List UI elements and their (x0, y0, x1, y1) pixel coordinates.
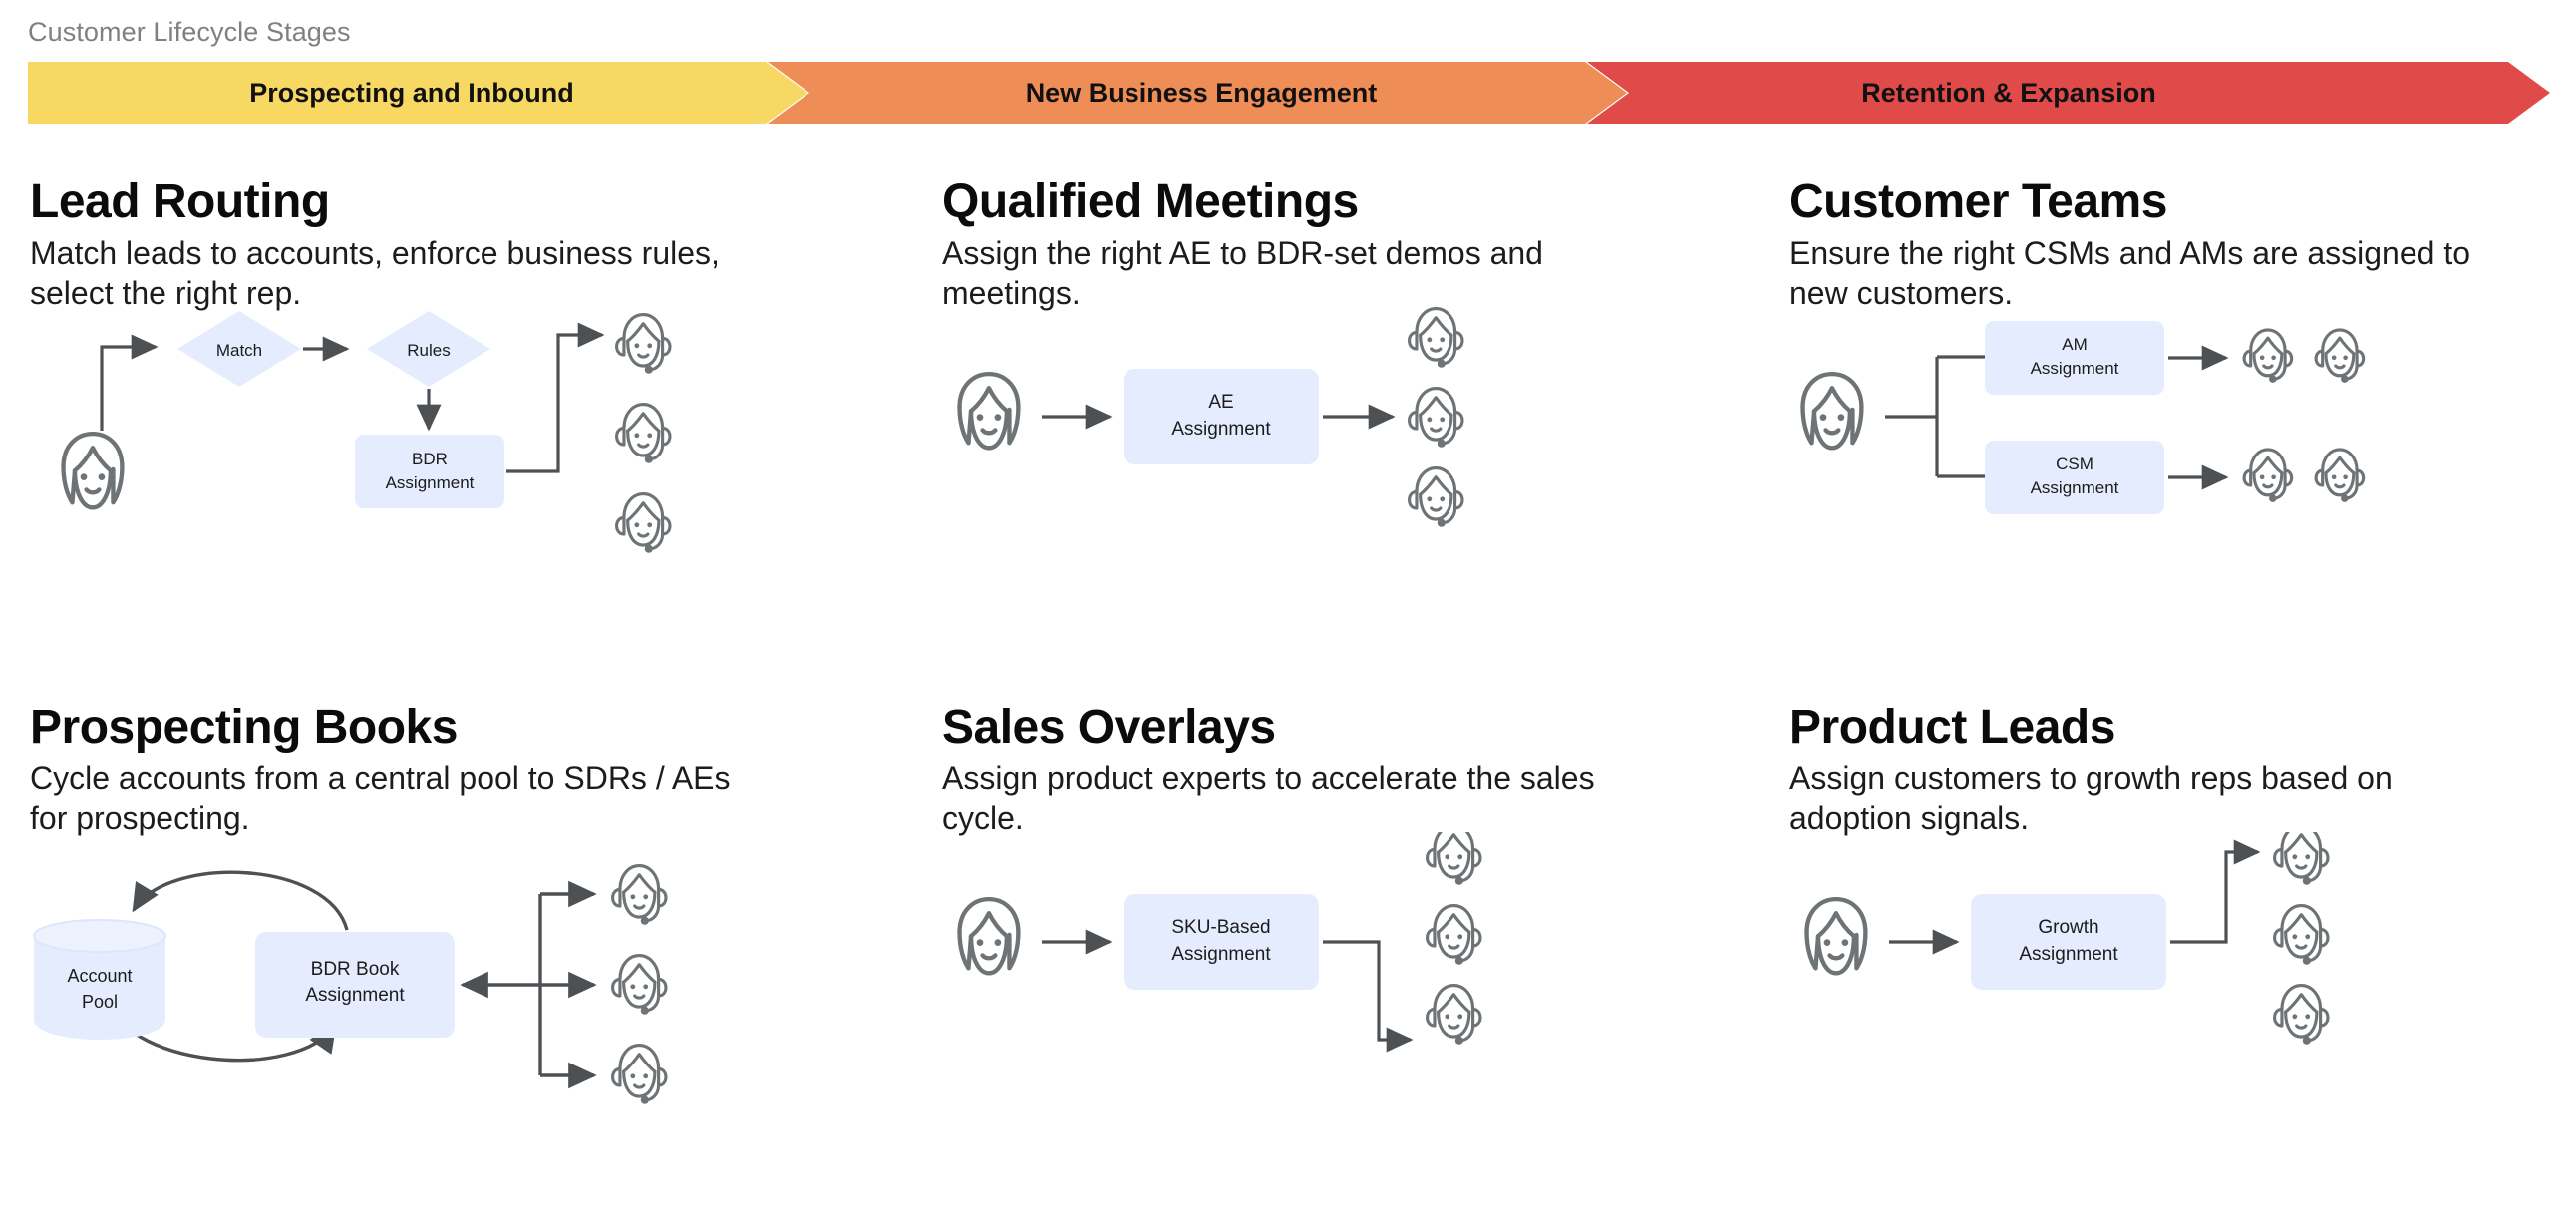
node-ae-line2: Assignment (1171, 419, 1271, 440)
person-face-icon (957, 371, 1021, 451)
node-sku-line2: Assignment (1171, 944, 1271, 965)
card-description: Ensure the right CSMs and AMs are assign… (1789, 234, 2471, 312)
card-title: Product Leads (1789, 701, 2115, 754)
card-title: Sales Overlays (942, 701, 1276, 754)
stage-label-1: New Business Engagement (1025, 78, 1378, 108)
person-face-icon (61, 431, 125, 510)
node-match: Match (177, 311, 301, 387)
connector-person-to-match (100, 334, 159, 431)
card-product-leads: Product Leads Assign customers to growth… (1789, 703, 2576, 1216)
customer-teams-figure: AM Assignment CSM Assignment (1789, 307, 2576, 636)
headset-agent-icon (615, 491, 672, 553)
card-description: Assign customers to growth reps based on… (1789, 760, 2393, 837)
node-bdr-book-line1: BDR Book (311, 959, 400, 980)
node-rules: Rules (367, 311, 490, 387)
headset-agent-icon (2273, 903, 2330, 965)
card-qualified-meetings: Qualified Meetings Assign the right AE t… (942, 177, 1799, 696)
headset-agent-icon (2314, 328, 2366, 383)
node-growth-assignment: Growth Assignment (1971, 894, 2166, 990)
person-face-icon (957, 896, 1021, 976)
node-ae-line1: AE (1208, 392, 1233, 413)
node-bdr-line1: BDR (412, 450, 448, 468)
qualified-meetings-figure: AE Assignment (942, 307, 1799, 636)
node-bdr-assignment: BDR Assignment (355, 435, 504, 508)
database-cylinder-icon: Account Pool (33, 919, 166, 1040)
stage-label-0: Prospecting and Inbound (249, 78, 574, 108)
stage-label-2: Retention & Expansion (1861, 78, 2156, 108)
card-prospecting-books: Prospecting Books Cycle accounts from a … (30, 703, 887, 1216)
connector-sku-to-agent (1323, 940, 1414, 1053)
card-description: Assign the right AE to BDR-set demos and… (942, 234, 1543, 312)
node-account-pool-line2: Pool (82, 992, 118, 1012)
headset-agent-icon (2273, 983, 2330, 1045)
card-customer-teams: Customer Teams Ensure the right CSMs and… (1789, 177, 2576, 696)
headset-agent-icon (611, 1043, 668, 1104)
headset-agent-icon (1408, 465, 1464, 527)
node-growth-line2: Assignment (2019, 944, 2118, 965)
lead-routing-figure: Match Rules BDR Assignment (30, 307, 887, 636)
card-description: Cycle accounts from a central pool to SD… (30, 760, 731, 837)
connector-split-bracket (1885, 355, 1985, 478)
node-csm-line1: CSM (2056, 455, 2093, 473)
card-title: Lead Routing (30, 175, 330, 228)
node-csm-assignment: CSM Assignment (1985, 441, 2164, 514)
card-description: Match leads to accounts, enforce busines… (30, 234, 720, 312)
connector-bdr-fanout (506, 322, 605, 473)
page-title: Customer Lifecycle Stages (28, 17, 351, 47)
headset-agent-icon (615, 402, 672, 463)
node-am-line2: Assignment (2031, 359, 2119, 378)
headset-agent-icon (615, 312, 672, 374)
node-growth-line1: Growth (2038, 917, 2098, 938)
prospecting-books-figure: Account Pool BDR Book Assignment (30, 832, 887, 1161)
card-description: Assign product experts to accelerate the… (942, 760, 1595, 837)
node-am-assignment: AM Assignment (1985, 321, 2164, 395)
headset-agent-icon (1426, 983, 1482, 1045)
node-bdr-book-assignment: BDR Book Assignment (255, 932, 455, 1038)
person-face-icon (1804, 896, 1868, 976)
node-bdr-book-line2: Assignment (305, 985, 405, 1006)
node-rules-label: Rules (407, 341, 450, 360)
headset-agent-icon (1426, 903, 1482, 965)
connector-cycle-top (132, 870, 349, 931)
connector-growth-to-agent (2170, 839, 2261, 944)
node-account-pool-line1: Account (67, 966, 132, 986)
product-leads-figure: Growth Assignment (1789, 832, 2576, 1161)
node-bdr-line2: Assignment (386, 473, 475, 492)
sales-overlays-figure: SKU-Based Assignment (942, 832, 1799, 1161)
headset-agent-icon (1408, 386, 1464, 448)
node-am-line1: AM (2062, 335, 2088, 354)
node-match-label: Match (216, 341, 262, 360)
diagram-page: Customer Lifecycle Stages Prospecting an… (0, 0, 2576, 1216)
person-face-icon (1800, 371, 1864, 451)
headset-agent-icon (2314, 448, 2366, 502)
card-sales-overlays: Sales Overlays Assign product experts to… (942, 703, 1799, 1216)
node-sku-line1: SKU-Based (1171, 917, 1270, 938)
node-ae-assignment: AE Assignment (1124, 369, 1319, 464)
card-lead-routing: Lead Routing Match leads to accounts, en… (30, 177, 887, 696)
headset-agent-icon (2242, 328, 2294, 383)
card-title: Customer Teams (1789, 175, 2167, 228)
headset-agent-icon (2273, 832, 2330, 885)
headset-agent-icon (1426, 832, 1482, 885)
card-title: Prospecting Books (30, 701, 458, 754)
headset-agent-icon (2242, 448, 2294, 502)
node-sku-assignment: SKU-Based Assignment (1124, 894, 1319, 990)
headset-agent-icon (1408, 307, 1464, 368)
node-csm-line2: Assignment (2031, 478, 2119, 497)
card-title: Qualified Meetings (942, 175, 1359, 228)
headset-agent-icon (611, 863, 668, 925)
headset-agent-icon (611, 953, 668, 1015)
